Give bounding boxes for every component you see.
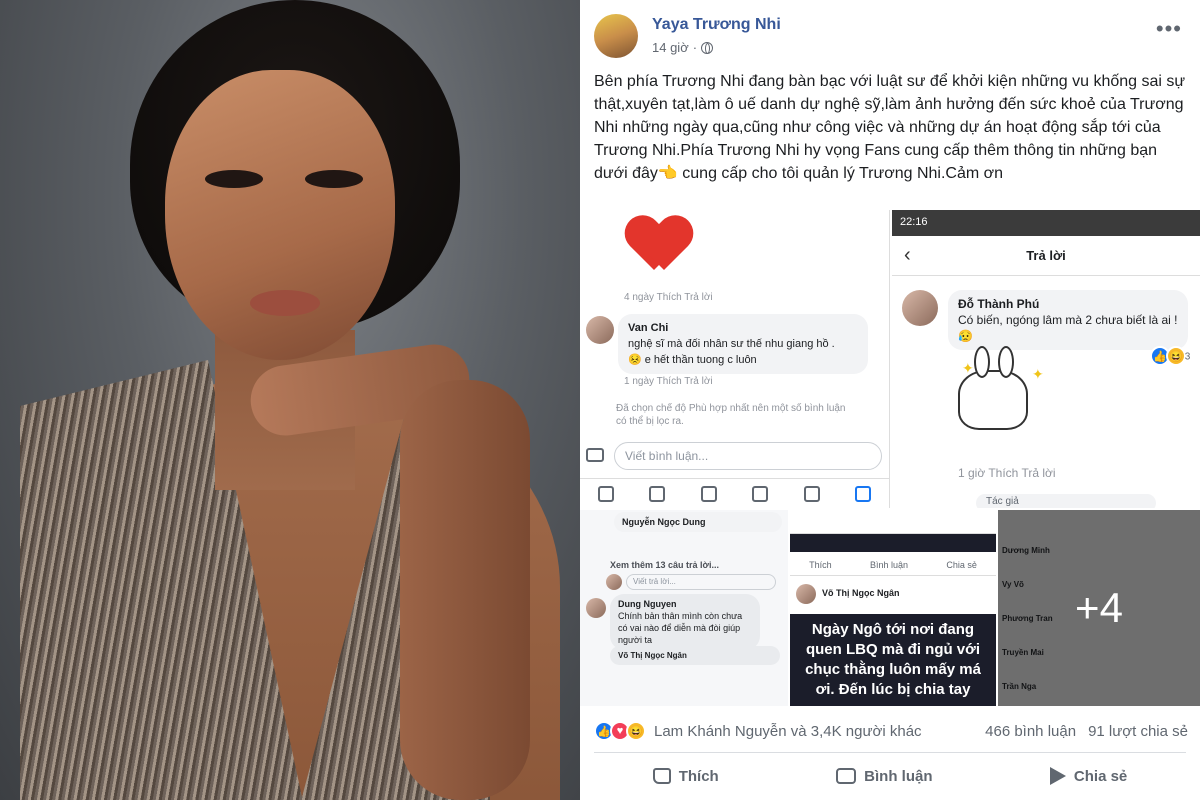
video-icon[interactable] — [649, 485, 666, 502]
reaction-summary[interactable]: 👍 ♥ 😆 Lam Khánh Nguyễn và 3,4K người khá… — [594, 718, 1188, 744]
avatar[interactable] — [594, 14, 638, 58]
portrait-photo — [0, 0, 580, 800]
reply-meta: 1 giờ Thích Trả lời — [958, 466, 1056, 480]
reply-topbar: ‹ Trả lời — [892, 236, 1200, 276]
menu-icon[interactable] — [855, 485, 872, 502]
more-photos-overlay[interactable]: +4 — [998, 510, 1200, 706]
poster-name: Võ Thị Ngọc Ngân — [822, 588, 900, 598]
home-icon[interactable] — [597, 485, 614, 502]
post-time[interactable]: 14 giờ — [652, 40, 689, 55]
comment-bubble: Võ Thị Ngọc Ngân — [610, 646, 780, 665]
screenshot-comments-2[interactable]: Nguyễn Ngọc Dung Xem thêm 13 câu trả lời… — [580, 510, 788, 706]
screenshot-comments-3[interactable]: Dương Minh Vy Võ Phương Tran Truyền Mai … — [998, 510, 1200, 706]
share-count[interactable]: 91 lượt chia sẻ — [1088, 723, 1188, 740]
filter-note: Đã chọn chế độ Phù hợp nhất nên một số b… — [616, 403, 846, 427]
comment-meta: 4 ngày Thích Trả lời — [624, 292, 713, 303]
avatar — [586, 316, 614, 344]
commenter-name: Van Chi — [628, 322, 669, 334]
screenshot-comments-1[interactable]: 4 ngày Thích Trả lời Van Chi nghệ sĩ mà … — [580, 210, 890, 508]
comment-bubble: Van Chi nghệ sĩ mà đối nhân sư thế nhu g… — [618, 314, 868, 374]
bottom-nav — [580, 478, 889, 508]
like-button[interactable]: Thích — [652, 768, 719, 785]
thumbs-up-icon — [652, 768, 671, 784]
comment-bubble: Dung Nguyen Chính bản thân mình còn chưa… — [610, 594, 760, 650]
reaction-count: 👍 😆 3 — [1150, 346, 1190, 366]
comment-input[interactable]: Viết bình luận... — [614, 442, 882, 470]
status-bar: 22:16 — [892, 210, 1200, 236]
heart-sticker — [628, 218, 690, 274]
share-button[interactable]: Chia sẻ — [1049, 767, 1127, 785]
groups-icon[interactable] — [700, 485, 717, 502]
reply-text: Có biến, ngóng lâm mà 2 chưa biết là ai … — [958, 313, 1178, 343]
author-name[interactable]: Yaya Trương Nhi — [652, 16, 781, 34]
comment-text: nghệ sĩ mà đối nhân sư thế nhu giang hồ … — [628, 338, 835, 366]
post-actions: Thích Bình luận Chia sẻ — [594, 756, 1186, 796]
screenshot-post[interactable]: Thích Bình luận Chia sẻ Võ Thị Ngọc Ngân… — [790, 510, 996, 706]
post-text: Bên phía Trương Nhi đang bàn bạc với luậ… — [594, 73, 1186, 182]
haha-icon: 😆 — [1166, 346, 1186, 366]
flag-icon[interactable] — [752, 485, 769, 502]
haha-icon: 😆 — [626, 721, 646, 741]
view-more-replies[interactable]: Xem thêm 13 câu trả lời... — [610, 560, 719, 570]
camera-icon[interactable] — [586, 448, 604, 462]
reply-title: Trả lời — [1026, 248, 1066, 263]
avatar — [902, 290, 938, 326]
page: Yaya Trương Nhi 14 giờ · ••• Bên phía Tr… — [0, 0, 1200, 800]
comment-icon — [836, 768, 857, 784]
comment-count[interactable]: 466 bình luận — [985, 723, 1076, 740]
post-stats: 466 bình luận 91 lượt chia sẻ — [985, 723, 1188, 740]
bell-icon[interactable] — [803, 485, 820, 502]
reply-bubble: Đỗ Thành Phú Có biến, ngóng lâm mà 2 chư… — [948, 290, 1188, 350]
post-meta: 14 giờ · — [652, 40, 714, 55]
text-card: Ngày Ngô tới nơi đang quen LBQ mà đi ngủ… — [790, 614, 996, 706]
comment-button[interactable]: Bình luận — [836, 768, 932, 785]
top-nav — [790, 510, 996, 534]
author-tag: Tác giả — [976, 494, 1156, 508]
star-icon: ✦ — [1032, 366, 1044, 382]
globe-icon — [701, 41, 714, 54]
reply-input[interactable]: Viết trả lời... — [626, 574, 776, 590]
reaction-names[interactable]: Lam Khánh Nguyễn và 3,4K người khác — [654, 723, 922, 740]
screenshot-reply[interactable]: 22:16 ‹ Trả lời Đỗ Thành Phú Có biến, ng… — [892, 210, 1200, 508]
post-header: Yaya Trương Nhi 14 giờ · ••• — [594, 12, 1186, 62]
share-icon — [1049, 767, 1066, 785]
bunny-sticker — [958, 346, 1028, 430]
action-bar: Thích Bình luận Chia sẻ — [790, 554, 996, 576]
comment-bubble: Nguyễn Ngọc Dung — [614, 512, 782, 532]
comment-meta: 1 ngày Thích Trả lời — [624, 376, 713, 387]
more-icon[interactable]: ••• — [1156, 16, 1182, 42]
facebook-post: Yaya Trương Nhi 14 giờ · ••• Bên phía Tr… — [580, 0, 1200, 800]
replier-name: Đỗ Thành Phú — [958, 297, 1040, 311]
divider — [594, 752, 1186, 753]
